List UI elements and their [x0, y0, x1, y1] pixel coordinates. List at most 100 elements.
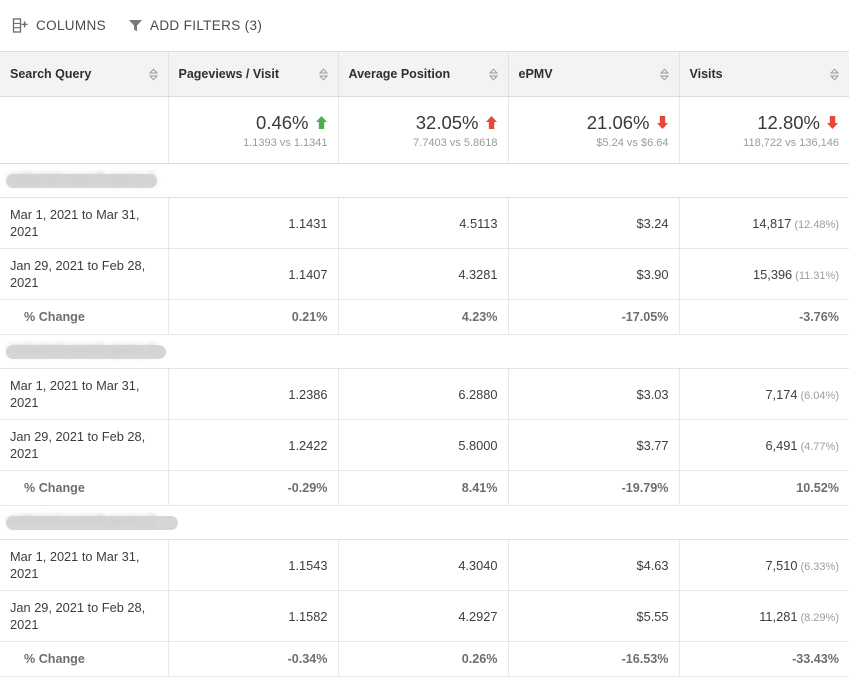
cell-pageviews-per-visit: 1.1582 — [168, 590, 339, 642]
trend-arrow-up-icon — [485, 115, 498, 130]
cell-pageviews-per-visit: 1.1431 — [168, 197, 339, 249]
table-row: Jan 29, 2021 to Feb 28, 2021 1.1407 4.32… — [0, 248, 849, 300]
redacted-query-label: redacted-search-query-3 — [0, 506, 849, 539]
trend-arrow-down-icon — [826, 115, 839, 130]
summary-cell-search-query — [0, 96, 169, 164]
cell-epmv-change: -16.53% — [508, 641, 680, 677]
cell-average-position: 4.5113 — [338, 197, 509, 249]
group-header-row[interactable]: redacted-search-query-2 — [0, 334, 849, 369]
cell-pageviews-per-visit: 1.2386 — [168, 368, 339, 420]
sort-toggle-icon[interactable] — [318, 67, 328, 81]
column-header-search-query[interactable]: Search Query — [0, 51, 169, 97]
columns-plus-icon — [12, 17, 29, 34]
summary-cell-pageviews-per-visit: 0.46% 1.1393 vs 1.1341 — [168, 96, 339, 164]
cell-visits: 7,510 (6.33%) — [679, 539, 849, 591]
sort-toggle-icon[interactable] — [830, 67, 839, 81]
cell-visits: 15,396 (11.31%) — [679, 248, 849, 300]
summary-percent: 21.06% — [586, 111, 650, 133]
column-header-label: ePMV — [518, 67, 553, 81]
summary-percent: 12.80% — [757, 111, 820, 133]
summary-row: 0.46% 1.1393 vs 1.1341 32.05% 7.7403 vs … — [0, 96, 849, 164]
table-header-row: Search Query Pageviews / Visit Average P… — [0, 51, 849, 97]
table-row: Mar 1, 2021 to Mar 31, 2021 1.1543 4.304… — [0, 539, 849, 591]
summary-cell-average-position: 32.05% 7.7403 vs 5.8618 — [338, 96, 509, 164]
summary-percent: 32.05% — [415, 111, 479, 133]
cell-average-position: 6.2880 — [338, 368, 509, 420]
columns-button[interactable]: COLUMNS — [8, 13, 114, 38]
cell-pageviews-per-visit: 1.1543 — [168, 539, 339, 591]
summary-comparison: 1.1393 vs 1.1341 — [243, 136, 328, 149]
column-header-epmv[interactable]: ePMV — [508, 51, 680, 97]
add-filters-button[interactable]: ADD FILTERS (3) — [124, 14, 270, 37]
add-filters-button-label: ADD FILTERS (3) — [149, 18, 263, 33]
cell-epmv: $3.90 — [508, 248, 680, 300]
group-header-cell[interactable]: redacted-search-query-1 — [0, 163, 849, 198]
cell-epmv-change: -17.05% — [508, 299, 680, 335]
column-header-visits[interactable]: Visits — [679, 51, 849, 97]
column-header-label: Pageviews / Visit — [178, 67, 280, 81]
cell-epmv: $3.03 — [508, 368, 680, 420]
redacted-query-label: redacted-search-query-1 — [0, 164, 849, 197]
column-header-label: Search Query — [10, 67, 92, 81]
cell-average-position-change: 0.26% — [338, 641, 509, 677]
redacted-query-label: redacted-search-query-2 — [0, 335, 849, 368]
group-header-row[interactable]: redacted-search-query-3 — [0, 505, 849, 540]
table-header: Search Query Pageviews / Visit Average P… — [0, 51, 849, 97]
cell-average-position: 4.2927 — [338, 590, 509, 642]
summary-cell-epmv: 21.06% $5.24 vs $6.64 — [508, 96, 680, 164]
cell-visits-change: -3.76% — [679, 299, 849, 335]
table-row: Mar 1, 2021 to Mar 31, 2021 1.1431 4.511… — [0, 197, 849, 249]
sort-toggle-icon[interactable] — [148, 67, 158, 81]
cell-visits: 6,491 (4.77%) — [679, 419, 849, 471]
columns-button-label: COLUMNS — [36, 18, 106, 33]
sort-toggle-icon[interactable] — [488, 67, 498, 81]
table-toolbar: COLUMNS ADD FILTERS (3) — [0, 0, 849, 51]
cell-change-label: % Change — [0, 299, 169, 335]
group-header-row[interactable]: redacted-search-query-1 — [0, 163, 849, 198]
cell-pageviews-per-visit-change: -0.29% — [168, 470, 339, 506]
visits-value: 11,281 — [759, 608, 798, 624]
column-header-pageviews-per-visit[interactable]: Pageviews / Visit — [168, 51, 339, 97]
cell-period-label: Jan 29, 2021 to Feb 28, 2021 — [0, 590, 169, 642]
cell-visits: 7,174 (6.04%) — [679, 368, 849, 420]
visits-value: 15,396 — [753, 266, 793, 282]
cell-average-position-change: 8.41% — [338, 470, 509, 506]
table-row-percent-change: % Change -0.34% 0.26% -16.53% -33.43% — [0, 641, 849, 677]
table-row: Mar 1, 2021 to Mar 31, 2021 1.2386 6.288… — [0, 368, 849, 420]
trend-arrow-up-icon — [315, 115, 328, 130]
group-header-cell[interactable]: redacted-search-query-3 — [0, 505, 849, 540]
visits-share: (8.29%) — [800, 611, 839, 624]
column-header-average-position[interactable]: Average Position — [338, 51, 509, 97]
table-row-percent-change: % Change -0.29% 8.41% -19.79% 10.52% — [0, 470, 849, 506]
summary-cell-visits: 12.80% 118,722 vs 136,146 — [679, 96, 849, 164]
search-query-report-table: Search Query Pageviews / Visit Average P… — [0, 51, 849, 677]
visits-value: 7,510 — [765, 557, 798, 573]
visits-share: (6.04%) — [800, 389, 839, 402]
summary-comparison: $5.24 vs $6.64 — [596, 136, 669, 149]
table-row: Jan 29, 2021 to Feb 28, 2021 1.1582 4.29… — [0, 590, 849, 642]
visits-share: (4.77%) — [800, 440, 839, 453]
cell-epmv: $4.63 — [508, 539, 680, 591]
cell-period-label: Jan 29, 2021 to Feb 28, 2021 — [0, 419, 169, 471]
group-header-cell[interactable]: redacted-search-query-2 — [0, 334, 849, 369]
visits-share: (12.48%) — [794, 218, 839, 231]
cell-average-position-change: 4.23% — [338, 299, 509, 335]
column-header-label: Visits — [689, 67, 723, 81]
column-header-label: Average Position — [348, 67, 451, 81]
cell-epmv: $3.77 — [508, 419, 680, 471]
cell-period-label: Mar 1, 2021 to Mar 31, 2021 — [0, 539, 169, 591]
table-body: 0.46% 1.1393 vs 1.1341 32.05% 7.7403 vs … — [0, 96, 849, 677]
cell-epmv: $5.55 — [508, 590, 680, 642]
redaction-bar — [6, 344, 166, 359]
visits-share: (6.33%) — [800, 560, 839, 573]
cell-visits: 14,817 (12.48%) — [679, 197, 849, 249]
cell-change-label: % Change — [0, 641, 169, 677]
redaction-bar — [6, 173, 157, 188]
sort-toggle-icon[interactable] — [659, 67, 669, 81]
visits-share: (11.31%) — [795, 269, 839, 282]
cell-visits-change: -33.43% — [679, 641, 849, 677]
cell-epmv: $3.24 — [508, 197, 680, 249]
cell-epmv-change: -19.79% — [508, 470, 680, 506]
trend-arrow-down-icon — [656, 115, 669, 130]
cell-visits: 11,281 (8.29%) — [679, 590, 849, 642]
